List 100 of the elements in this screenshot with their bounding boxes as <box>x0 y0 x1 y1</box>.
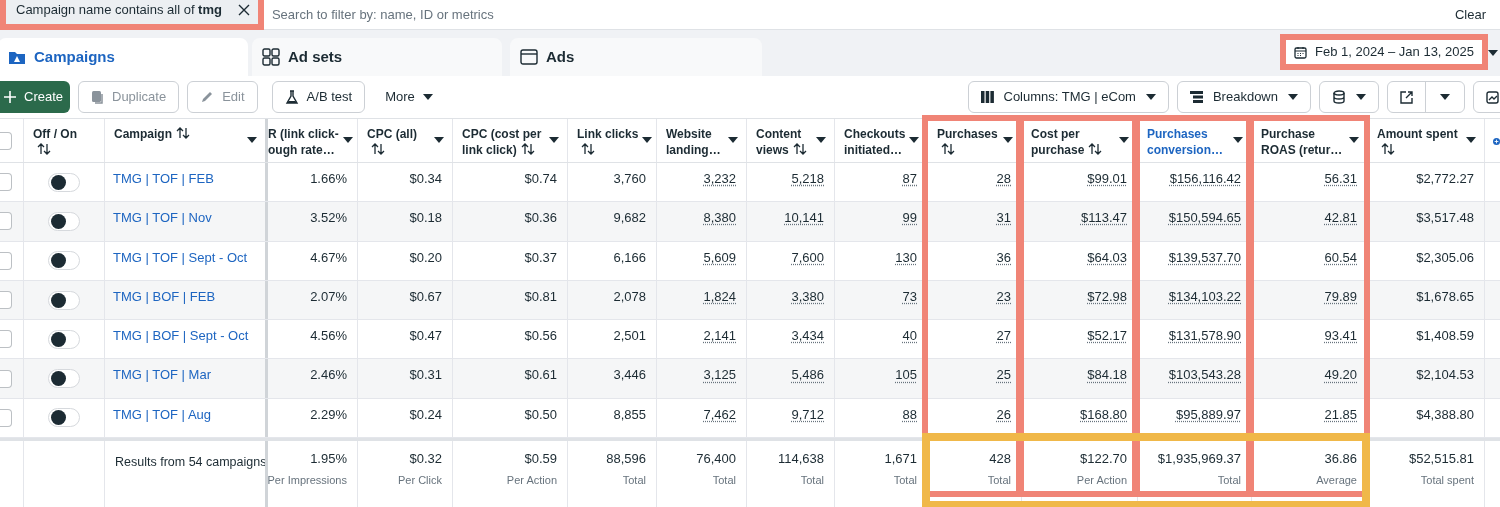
toggle-switch[interactable] <box>48 172 80 192</box>
tab[interactable]: Campaigns <box>0 38 248 76</box>
checkbox[interactable] <box>0 251 12 270</box>
checkbox[interactable] <box>0 369 12 388</box>
table-cell-text: 1.66% <box>310 170 347 188</box>
checkbox[interactable] <box>0 212 12 231</box>
table-cell-text: 2.07% <box>310 287 347 306</box>
table-cell-text: 88 <box>902 405 917 424</box>
caret-icon[interactable] <box>1145 94 1156 100</box>
sort-icon[interactable] <box>520 143 535 155</box>
tab[interactable]: Ads <box>510 38 762 76</box>
toolbar-button[interactable]: Create <box>0 81 70 113</box>
toggle-switch[interactable] <box>48 369 80 389</box>
toggle-switch[interactable] <box>48 211 80 231</box>
total-value: 114,638 <box>777 450 824 469</box>
column-header[interactable]: CPC (all) <box>358 119 453 162</box>
table-cell-text: 42.81 <box>1324 209 1357 228</box>
column-header[interactable]: Checkouts initiated… <box>835 119 928 162</box>
caret-icon[interactable] <box>1488 50 1498 56</box>
caret-icon[interactable] <box>816 137 826 143</box>
table-cell-text: $0.81 <box>524 287 557 306</box>
total-label: Total <box>1217 472 1241 488</box>
total-value: 88,596 <box>606 450 646 469</box>
caret-icon[interactable] <box>1003 137 1013 143</box>
table-cell-text: 99 <box>902 209 917 228</box>
column-header[interactable]: Amount spent <box>1368 119 1485 162</box>
caret-icon[interactable] <box>342 137 353 143</box>
tab[interactable]: Ad sets <box>252 38 502 76</box>
table-cell-text: $131,578.90 <box>1168 327 1241 346</box>
column-header[interactable]: Purchase ROAS (retur… <box>1252 119 1368 162</box>
total-value: 1,671 <box>884 450 917 469</box>
columns-button[interactable]: Columns: TMG | eCom <box>967 81 1169 113</box>
sort-icon[interactable] <box>1088 143 1103 155</box>
sort-icon[interactable] <box>792 143 807 155</box>
sort-icon[interactable] <box>371 143 385 155</box>
checkbox[interactable] <box>0 131 12 150</box>
table-cell-text: $103,543.28 <box>1168 366 1241 385</box>
checkbox[interactable] <box>0 408 12 427</box>
add-column-icon[interactable] <box>1493 135 1500 148</box>
toggle-switch[interactable] <box>48 290 80 310</box>
caret-icon[interactable] <box>909 137 920 143</box>
checkbox[interactable] <box>0 291 12 310</box>
caret-icon[interactable] <box>642 137 653 143</box>
caret-icon[interactable] <box>1356 94 1366 100</box>
caret-icon[interactable] <box>1349 137 1359 143</box>
campaign-link[interactable]: TMG | TOF | Sept - Oct <box>113 247 248 268</box>
column-header[interactable]: Purchases <box>928 119 1022 162</box>
toggle-switch[interactable] <box>48 251 80 271</box>
checkbox[interactable] <box>0 330 12 349</box>
table-cell-text: $0.67 <box>409 287 442 306</box>
column-header[interactable]: CPC (cost per link click) <box>453 119 568 162</box>
date-range-button[interactable]: Feb 1, 2024 – Jan 13, 2025 <box>1280 34 1488 70</box>
table-cell-text: 8,855 <box>613 405 646 424</box>
caret-icon[interactable] <box>247 137 257 143</box>
column-header[interactable]: Content views <box>747 119 835 162</box>
campaign-link[interactable]: TMG | TOF | Mar <box>113 365 211 385</box>
column-header[interactable]: Website landing… <box>657 119 747 162</box>
total-label: Per Action <box>1076 472 1127 488</box>
filter-chip[interactable]: Campaign name contains all of tmg <box>0 0 264 30</box>
sort-icon[interactable] <box>176 127 190 139</box>
breakdown-button[interactable]: Breakdown <box>1176 81 1311 113</box>
calendar-icon <box>1294 45 1307 59</box>
table-cell-text: $113.47 <box>1080 209 1127 228</box>
table-cell-text: 1,824 <box>703 287 736 306</box>
caret-icon[interactable] <box>422 94 433 100</box>
caret-icon[interactable] <box>1233 137 1243 143</box>
column-header[interactable]: Purchases conversion… <box>1138 119 1252 162</box>
campaign-link[interactable]: TMG | TOF | Nov <box>113 208 212 228</box>
column-header[interactable]: Cost per purchase <box>1022 119 1138 162</box>
campaign-link[interactable]: TMG | BOF | Sept - Oct <box>113 326 249 346</box>
table-cell-text: 25 <box>996 366 1011 385</box>
column-header[interactable]: R (link click- ough rate… <box>268 119 358 162</box>
campaign-link[interactable]: TMG | TOF | Aug <box>113 404 212 425</box>
caret-icon[interactable] <box>1466 137 1476 143</box>
sort-icon[interactable] <box>581 143 595 155</box>
search-field[interactable]: Search to filter by: name, ID or metrics <box>271 0 1455 29</box>
toggle-switch[interactable] <box>48 408 80 428</box>
sort-icon[interactable] <box>1381 143 1395 155</box>
table-cell-text: $0.18 <box>409 209 442 228</box>
column-header[interactable]: Link clicks <box>568 119 657 162</box>
campaign-link[interactable]: TMG | TOF | FEB <box>113 169 214 189</box>
total-label: Total <box>800 472 824 488</box>
table-cell-text: 9,682 <box>613 209 646 228</box>
reports-button[interactable] <box>1319 81 1379 113</box>
column-header[interactable]: Off / On <box>24 119 105 162</box>
caret-icon[interactable] <box>1440 94 1450 100</box>
clear-link[interactable]: Clear <box>1454 4 1500 25</box>
campaign-link[interactable]: TMG | BOF | FEB <box>113 286 216 307</box>
sort-icon[interactable] <box>37 143 51 155</box>
sort-icon[interactable] <box>941 143 955 155</box>
caret-icon[interactable] <box>1119 137 1129 143</box>
close-icon[interactable] <box>237 3 250 16</box>
caret-icon[interactable] <box>434 137 444 143</box>
checkbox[interactable] <box>0 173 12 192</box>
toggle-switch[interactable] <box>48 329 80 349</box>
table-cell-text: $0.56 <box>524 327 557 346</box>
toolbar-button[interactable]: A/B test <box>271 81 366 113</box>
caret-icon[interactable] <box>1288 94 1298 100</box>
caret-icon[interactable] <box>549 137 559 143</box>
caret-icon[interactable] <box>728 137 738 143</box>
